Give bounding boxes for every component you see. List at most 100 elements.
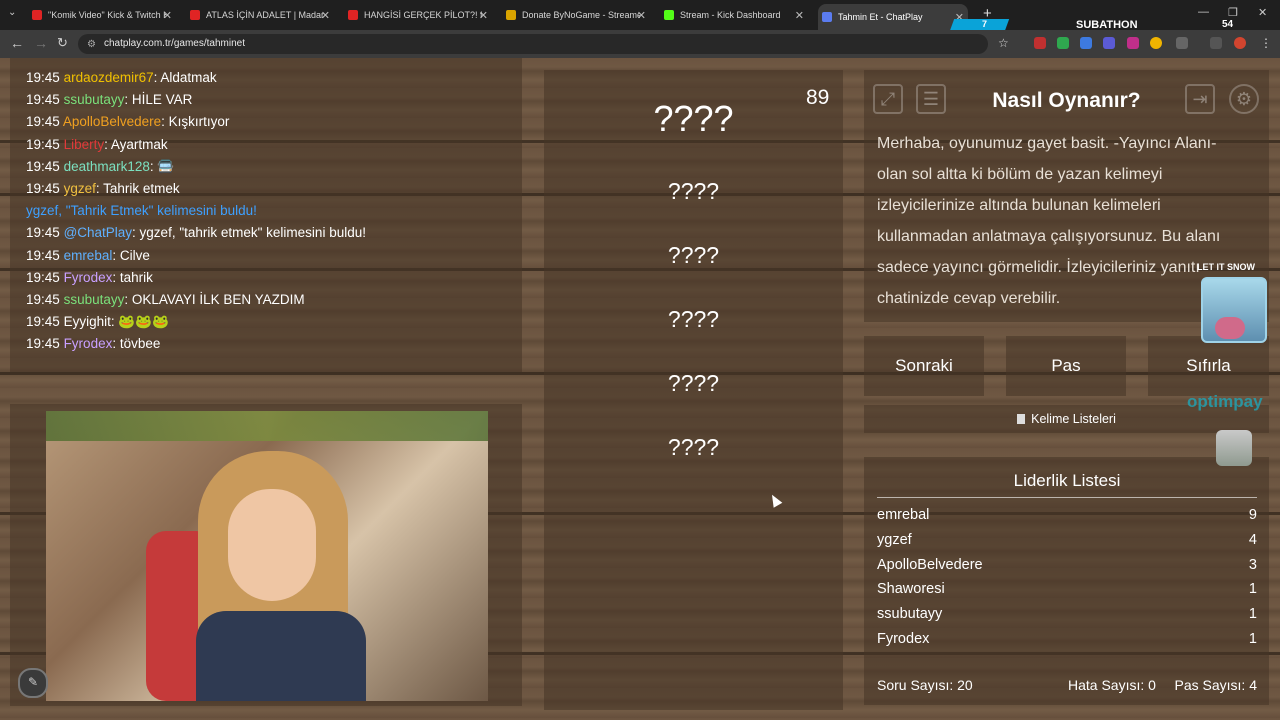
chat-timestamp: 19:45 bbox=[26, 225, 60, 241]
pass-count: Pas Sayısı: 4 bbox=[1174, 677, 1257, 693]
main-word: ???? bbox=[653, 98, 734, 139]
extensions-puzzle-icon[interactable] bbox=[1176, 37, 1188, 49]
snow-globe bbox=[1201, 277, 1267, 343]
address-bar-row: ← → ↻ ⚙ chatplay.com.tr/games/tahminet ☆… bbox=[0, 30, 1280, 58]
browser-tab[interactable]: Donate ByNoGame - Streamer ✕ bbox=[502, 4, 650, 26]
tab-favicon-icon bbox=[348, 10, 358, 20]
pass-button[interactable]: Pas bbox=[1006, 336, 1126, 396]
maximize-button[interactable]: ❐ bbox=[1228, 6, 1238, 19]
chat-username[interactable]: deathmark128 bbox=[64, 159, 150, 174]
chat-timestamp: 19:45 bbox=[26, 92, 60, 108]
chat-text: : HİLE VAR bbox=[124, 92, 193, 108]
tab-favicon-icon bbox=[506, 10, 516, 20]
tab-close-icon[interactable]: ✕ bbox=[321, 9, 330, 22]
extension-icon-4[interactable] bbox=[1103, 37, 1115, 49]
back-icon[interactable]: ← bbox=[10, 35, 24, 51]
chat-username[interactable]: ardaozdemir67 bbox=[64, 70, 154, 85]
let-it-snow-overlay: LET IT SNOW bbox=[1197, 262, 1269, 343]
chat-username[interactable]: ssubutayy bbox=[64, 92, 125, 107]
tab-search-icon[interactable]: ⌄ bbox=[8, 7, 16, 18]
tab-title: Tahmin Et - ChatPlay bbox=[838, 12, 923, 22]
extension-icon-5[interactable] bbox=[1127, 37, 1139, 49]
chat-username[interactable]: ApolloBelvedere bbox=[63, 114, 161, 129]
reading-list-icon[interactable] bbox=[1210, 37, 1222, 49]
browser-tab[interactable]: Stream - Kick Dashboard ✕ bbox=[660, 4, 808, 26]
tab-close-icon[interactable]: ✕ bbox=[479, 9, 488, 22]
close-window-button[interactable]: ✕ bbox=[1258, 6, 1267, 19]
question-count: Soru Sayısı: 20 bbox=[877, 677, 973, 693]
leaderboard-score: 4 bbox=[1248, 531, 1257, 548]
bookmark-star-icon[interactable]: ☆ bbox=[998, 36, 1009, 50]
browser-tab[interactable]: ATLAS İÇİN ADALET | Madara C✕ bbox=[186, 4, 334, 26]
tab-title: ATLAS İÇİN ADALET | Madara C bbox=[206, 10, 324, 20]
tab-favicon-icon bbox=[822, 12, 832, 22]
forward-icon[interactable]: → bbox=[34, 35, 48, 51]
tab-close-icon[interactable]: ✕ bbox=[637, 9, 646, 22]
chat-text: : ygzef, "tahrik etmek" kelimesini buldu… bbox=[132, 225, 366, 241]
chat-text: : Tahrik etmek bbox=[95, 181, 180, 196]
teddy-bear-icon bbox=[1215, 317, 1245, 339]
chat-message: 19:45 deathmark128: 🚍 bbox=[26, 159, 174, 175]
chat-message: 19:45 emrebal: Cilve bbox=[26, 248, 150, 263]
extension-icon-1[interactable] bbox=[1034, 37, 1046, 49]
menu-kebab-icon[interactable]: ⋮ bbox=[1260, 36, 1272, 50]
chat-text: : OKLAVAYI İLK BEN YAZDIM bbox=[124, 292, 305, 307]
chat-message: ygzef, "Tahrik Etmek" kelimesini buldu! bbox=[26, 203, 257, 218]
tab-title: HANGİSİ GERÇEK PİLOT?! ft. @ bbox=[364, 10, 482, 20]
chat-text: : tahrik bbox=[112, 269, 153, 285]
streamer-face bbox=[228, 489, 316, 601]
chat-timestamp: 19:45 bbox=[26, 114, 60, 130]
chat-timestamp: 19:45 bbox=[26, 181, 60, 196]
profile-avatar-icon[interactable] bbox=[1234, 37, 1246, 49]
extension-icon-3[interactable] bbox=[1080, 37, 1092, 49]
tab-title: Donate ByNoGame - Streamer bbox=[522, 10, 640, 20]
chat-username[interactable]: Fyrodex bbox=[64, 336, 113, 351]
chat-username[interactable]: @ChatPlay bbox=[64, 225, 132, 240]
hidden-word: ???? bbox=[667, 178, 720, 204]
hidden-word: ???? bbox=[667, 242, 720, 268]
chat-timestamp: 19:45 bbox=[26, 269, 60, 285]
leaderboard-title: Liderlik Listesi bbox=[877, 471, 1257, 498]
chat-timestamp: 19:45 bbox=[26, 136, 60, 152]
url-field[interactable]: ⚙ chatplay.com.tr/games/tahminet bbox=[78, 34, 988, 54]
minimize-button[interactable]: — bbox=[1198, 6, 1209, 18]
chat-timestamp: 19:45 bbox=[26, 158, 60, 174]
leaderboard-score: 9 bbox=[1248, 507, 1257, 523]
reset-button[interactable]: Sıfırla bbox=[1148, 336, 1269, 396]
leaderboard-name: Shaworesi bbox=[877, 581, 945, 598]
site-info-icon[interactable]: ⚙ bbox=[87, 35, 96, 55]
chat-message: 19:45 Fyrodex: tövbee bbox=[26, 336, 160, 351]
hidden-word: ???? bbox=[667, 306, 720, 332]
reload-icon[interactable]: ↻ bbox=[57, 35, 68, 51]
chat-panel: 19:45 ardaozdemir67: Aldatmak 19:45 ssubu… bbox=[10, 58, 522, 372]
tab-close-icon[interactable]: ✕ bbox=[163, 9, 172, 22]
chat-text: : Kışkırtıyor bbox=[161, 114, 230, 130]
browser-tab[interactable]: Tahmin Et - ChatPlay ✕ bbox=[818, 4, 968, 30]
extension-icon-2[interactable] bbox=[1057, 37, 1069, 49]
chat-text: : tövbee bbox=[112, 336, 161, 352]
leaderboard-name: ygzef bbox=[877, 531, 912, 548]
edit-pen-icon[interactable]: ✎ bbox=[18, 668, 48, 698]
subathon-left-count: 7 bbox=[982, 19, 988, 29]
hidden-word: ???? bbox=[667, 434, 720, 460]
chat-username[interactable]: ygzef, "Tahrik Etmek" kelimesini buldu! bbox=[26, 203, 257, 218]
chat-message: 19:45 ssubutayy: OKLAVAYI İLK BEN YAZDIM bbox=[26, 292, 305, 307]
extension-icon-6[interactable] bbox=[1150, 37, 1162, 49]
tab-close-icon[interactable]: ✕ bbox=[795, 9, 804, 22]
how-to-play-text: Merhaba, oyunumuz gayet basit. -Yayıncı … bbox=[877, 135, 1221, 307]
next-button[interactable]: Sonraki bbox=[864, 336, 984, 396]
chat-text: : 🐸🐸🐸 bbox=[110, 314, 169, 330]
tab-title: "Komik Video" Kick & Twitch K bbox=[48, 10, 166, 20]
chat-username[interactable]: Eyyighit bbox=[64, 314, 111, 329]
browser-tab[interactable]: "Komik Video" Kick & Twitch K ✕ bbox=[28, 4, 176, 26]
chat-text: : Ayartmak bbox=[104, 136, 168, 152]
chat-username[interactable]: Fyrodex bbox=[64, 270, 113, 285]
sponsor-logo: optimpay bbox=[1187, 392, 1263, 411]
chat-username[interactable]: emrebal bbox=[64, 248, 113, 263]
chat-username[interactable]: Liberty bbox=[64, 137, 105, 152]
chat-message: 19:45 Eyyighit: 🐸🐸🐸 bbox=[26, 314, 169, 330]
browser-tab[interactable]: HANGİSİ GERÇEK PİLOT?! ft. @✕ bbox=[344, 4, 492, 26]
chat-message: 19:45 ygzef: Tahrik etmek bbox=[26, 181, 180, 196]
chat-username[interactable]: ssubutayy bbox=[64, 292, 125, 307]
chat-username[interactable]: ygzef bbox=[64, 181, 96, 196]
